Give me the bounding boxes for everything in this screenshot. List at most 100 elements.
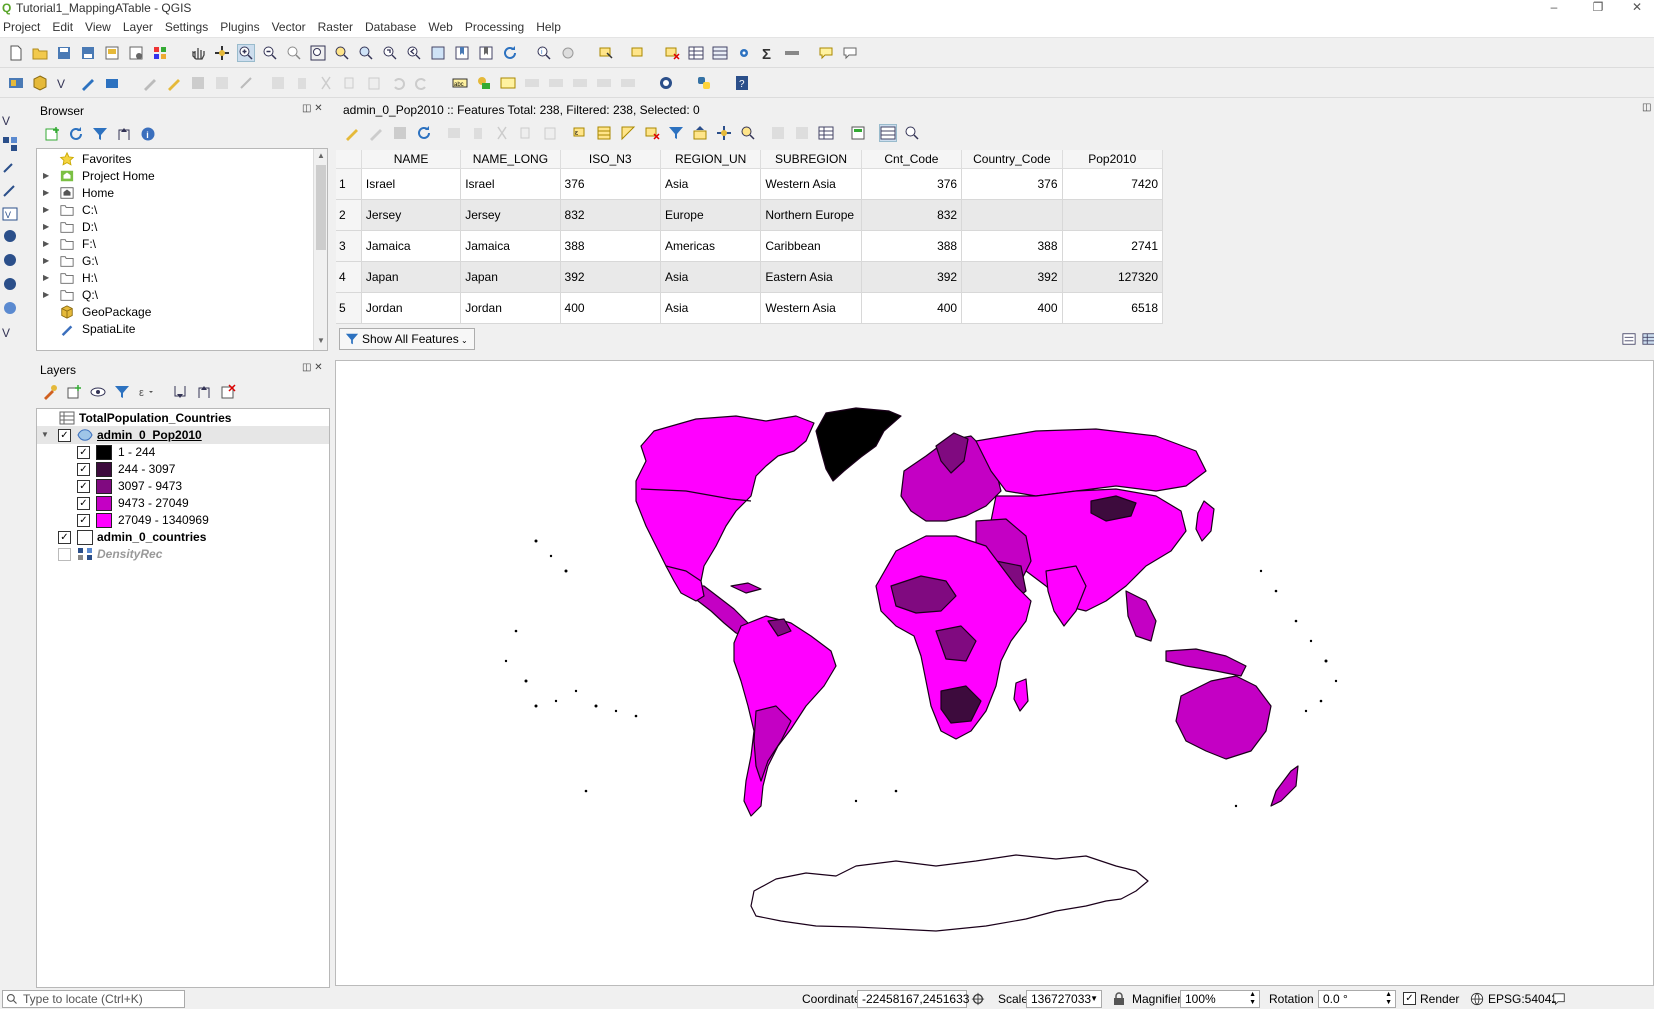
- table-cell[interactable]: Europe: [660, 199, 762, 231]
- new-geopackage-icon[interactable]: [32, 75, 48, 91]
- menu-database[interactable]: Database: [359, 18, 422, 34]
- table-cell[interactable]: 832: [861, 199, 963, 231]
- python-console-icon[interactable]: [696, 75, 712, 91]
- expand-arrow-icon[interactable]: ▶: [43, 201, 49, 219]
- zoom-full-icon[interactable]: [310, 45, 326, 61]
- paste-table-icon[interactable]: [542, 125, 558, 141]
- filter-browser-icon[interactable]: [92, 126, 108, 142]
- table-cell[interactable]: Japan: [460, 261, 561, 293]
- table-cell[interactable]: 376: [560, 168, 661, 200]
- show-all-features-button[interactable]: Show All Features ⌄: [339, 328, 475, 350]
- paste-features-icon[interactable]: [366, 75, 382, 91]
- legend-class-3[interactable]: ✓ 3097 - 9473: [37, 477, 329, 495]
- add-mssql-icon[interactable]: V: [2, 206, 18, 222]
- column-header[interactable]: SUBREGION: [760, 150, 862, 169]
- add-feature-icon[interactable]: [214, 75, 230, 91]
- browser-item-drive-c[interactable]: ▶ C:\: [37, 201, 309, 219]
- crs-globe-icon[interactable]: [1470, 992, 1484, 1006]
- menu-view[interactable]: View: [79, 18, 117, 34]
- browser-item-drive-g[interactable]: ▶ G:\: [37, 252, 309, 270]
- table-view-toggle-icon[interactable]: [1642, 332, 1654, 346]
- select-by-expression-icon[interactable]: ε: [572, 125, 588, 141]
- sum-icon[interactable]: Σ: [760, 45, 776, 61]
- render-checkbox[interactable]: ✓: [1403, 992, 1416, 1005]
- layer-item-densityrec[interactable]: DensityRec: [37, 545, 329, 563]
- layer-item-admin-0-pop2010[interactable]: ▼ ✓ admin_0_Pop2010: [37, 426, 329, 444]
- browser-panel-float-close[interactable]: ◫ ✕: [302, 103, 323, 114]
- table-cell[interactable]: Jordan: [460, 292, 561, 325]
- select-by-value-icon[interactable]: [630, 45, 646, 61]
- table-cell[interactable]: Israel: [361, 168, 462, 200]
- multi-edit-icon[interactable]: [368, 125, 384, 141]
- legend-class-checkbox[interactable]: ✓: [77, 463, 90, 476]
- table-cell[interactable]: 2741: [1062, 230, 1163, 262]
- pan-to-selected-icon[interactable]: [716, 125, 732, 141]
- table-cell[interactable]: Northern Europe: [760, 199, 862, 231]
- table-cell[interactable]: 400: [861, 292, 963, 325]
- plugin-globe-icon[interactable]: [658, 75, 674, 91]
- text-annotation-icon[interactable]: [842, 45, 858, 61]
- zoom-to-selected-icon[interactable]: [740, 125, 756, 141]
- refresh-browser-icon[interactable]: [68, 126, 84, 142]
- table-cell[interactable]: 388: [560, 230, 661, 262]
- zoom-to-selection-icon[interactable]: [334, 45, 350, 61]
- table-cell[interactable]: Jamaica: [361, 230, 462, 262]
- table-cell[interactable]: Western Asia: [760, 292, 862, 325]
- locator-input[interactable]: Type to locate (Ctrl+K): [2, 990, 185, 1008]
- open-attribute-table-icon[interactable]: [688, 45, 704, 61]
- zoom-rubber-icon[interactable]: [286, 45, 302, 61]
- rotation-spinbox[interactable]: 0.0 ° ▲ ▼: [1318, 990, 1396, 1008]
- layer-item-totalpopulation[interactable]: TotalPopulation_Countries: [37, 409, 329, 427]
- run-action-icon[interactable]: [560, 45, 576, 61]
- refresh-icon[interactable]: [502, 45, 518, 61]
- add-selected-layers-icon[interactable]: [44, 126, 60, 142]
- legend-class-2[interactable]: ✓ 244 - 3097: [37, 460, 329, 478]
- column-header[interactable]: NAME: [361, 150, 462, 169]
- table-cell[interactable]: Jamaica: [460, 230, 561, 262]
- table-row[interactable]: 3 Jamaica Jamaica 388 Americas Caribbean…: [336, 230, 1163, 262]
- save-edits-table-icon[interactable]: [392, 125, 408, 141]
- collapse-arrow-icon[interactable]: ▼: [41, 426, 49, 444]
- save-edits-icon[interactable]: [190, 75, 206, 91]
- show-hide-labels-icon[interactable]: [548, 75, 564, 91]
- pan-map-icon[interactable]: [190, 45, 206, 61]
- pan-to-selection-icon[interactable]: [214, 45, 230, 61]
- copy-table-icon[interactable]: [518, 125, 534, 141]
- copy-features-icon[interactable]: [342, 75, 358, 91]
- new-field-icon[interactable]: [770, 125, 786, 141]
- table-cell[interactable]: 832: [560, 199, 661, 231]
- add-spatialite-icon[interactable]: [2, 158, 18, 174]
- change-label-icon[interactable]: [620, 75, 636, 91]
- layout-manager-icon[interactable]: [128, 45, 144, 61]
- redo-icon[interactable]: [414, 75, 430, 91]
- layer-visibility-checkbox[interactable]: [58, 548, 71, 561]
- table-cell[interactable]: Americas: [660, 230, 762, 262]
- zoom-native-icon[interactable]: [382, 45, 398, 61]
- column-header[interactable]: Country_Code: [961, 150, 1063, 169]
- table-cell[interactable]: Jordan: [361, 292, 462, 325]
- column-header[interactable]: REGION_UN: [660, 150, 762, 169]
- world-map[interactable]: [336, 361, 1654, 986]
- table-cell[interactable]: 400: [560, 292, 661, 325]
- table-cell[interactable]: 7420: [1062, 168, 1163, 200]
- new-layout-icon[interactable]: [104, 45, 120, 61]
- delete-feature-table-icon[interactable]: [470, 125, 486, 141]
- field-calculator-icon[interactable]: [850, 125, 866, 141]
- table-cell[interactable]: 376: [961, 168, 1063, 200]
- browser-item-project-home[interactable]: ▶ Project Home: [37, 167, 309, 185]
- add-delimited-text-icon[interactable]: [2, 300, 18, 316]
- invert-selection-icon[interactable]: [620, 125, 636, 141]
- toolbox-gear-icon[interactable]: [736, 45, 752, 61]
- menu-raster[interactable]: Raster: [312, 18, 359, 34]
- table-cell[interactable]: Caribbean: [760, 230, 862, 262]
- table-row[interactable]: 5 Jordan Jordan 400 Asia Western Asia 40…: [336, 292, 1163, 325]
- layer-labeling-icon[interactable]: [476, 75, 492, 91]
- table-row[interactable]: 4 Japan Japan 392 Asia Eastern Asia 392 …: [336, 261, 1163, 293]
- select-all-icon[interactable]: [596, 125, 612, 141]
- deselect-table-icon[interactable]: [644, 125, 660, 141]
- virtual-layer-icon[interactable]: [104, 75, 120, 91]
- zoom-to-layer-icon[interactable]: [358, 45, 374, 61]
- layers-panel-float-close[interactable]: ◫ ✕: [302, 362, 323, 373]
- spinbox-arrows-icon[interactable]: ▲ ▼: [1385, 991, 1392, 1007]
- collapse-all-icon[interactable]: [116, 126, 132, 142]
